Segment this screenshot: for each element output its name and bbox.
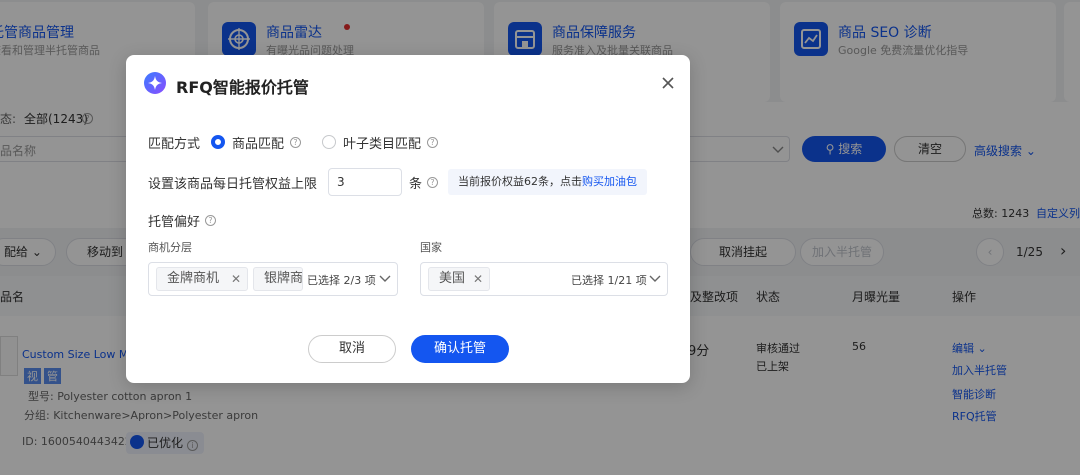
preference-label: 托管偏好	[148, 215, 201, 230]
quota-hint-text: 当前报价权益62条，点击	[458, 175, 582, 188]
daily-limit-input[interactable]	[328, 168, 402, 196]
help-icon: ?	[427, 137, 438, 148]
tier-chip-silver: 银牌商机	[253, 267, 303, 291]
close-icon[interactable]	[658, 73, 678, 93]
country-selected-count: 已选择 1/21 项	[571, 274, 647, 287]
match-mode-label: 匹配方式	[148, 137, 201, 152]
radio-leaf-category-match[interactable]	[322, 135, 336, 149]
confirm-managed-button[interactable]: 确认托管	[411, 335, 509, 363]
radio-leaf-category-match-label[interactable]: 叶子类目匹配	[343, 133, 421, 152]
country-select[interactable]: 美国 ✕ 已选择 1/21 项	[420, 262, 668, 296]
help-icon: ?	[427, 177, 438, 188]
country-chip-us-label: 美国	[439, 271, 466, 286]
tier-chip-gold: 金牌商机 ✕	[156, 267, 248, 291]
daily-limit-label: 设置该商品每日托管权益上限	[148, 177, 318, 192]
chevron-down-icon	[649, 275, 661, 282]
country-label: 国家	[420, 241, 442, 254]
tier-chip-gold-label: 金牌商机	[167, 271, 220, 286]
remove-chip-icon[interactable]: ✕	[231, 268, 241, 290]
buy-pack-link[interactable]: 购买加油包	[582, 175, 637, 188]
country-chip-us: 美国 ✕	[428, 267, 490, 291]
opportunity-tier-label: 商机分层	[148, 241, 192, 254]
daily-limit-unit: 条	[409, 177, 423, 192]
radio-product-match-label[interactable]: 商品匹配	[232, 133, 284, 152]
chevron-down-icon	[379, 275, 391, 282]
dialog-title: RFQ智能报价托管	[176, 78, 309, 97]
cancel-button[interactable]: 取消	[308, 335, 396, 363]
tier-selected-count: 已选择 2/3 项	[307, 274, 376, 287]
help-icon: ?	[290, 137, 301, 148]
remove-chip-icon[interactable]: ✕	[473, 268, 483, 290]
quota-hint: 当前报价权益62条，点击购买加油包	[448, 169, 647, 195]
opportunity-tier-select[interactable]: 金牌商机 ✕ 银牌商机 已选择 2/3 项	[148, 262, 398, 296]
ai-sparkle-icon	[144, 72, 166, 94]
radio-product-match[interactable]	[211, 135, 225, 149]
help-icon: ?	[205, 215, 216, 226]
tier-chip-silver-label: 银牌商机	[264, 271, 303, 286]
rfq-managed-dialog: RFQ智能报价托管 匹配方式 商品匹配 ? 叶子类目匹配 ? 设置该商品每日托管…	[126, 55, 690, 383]
